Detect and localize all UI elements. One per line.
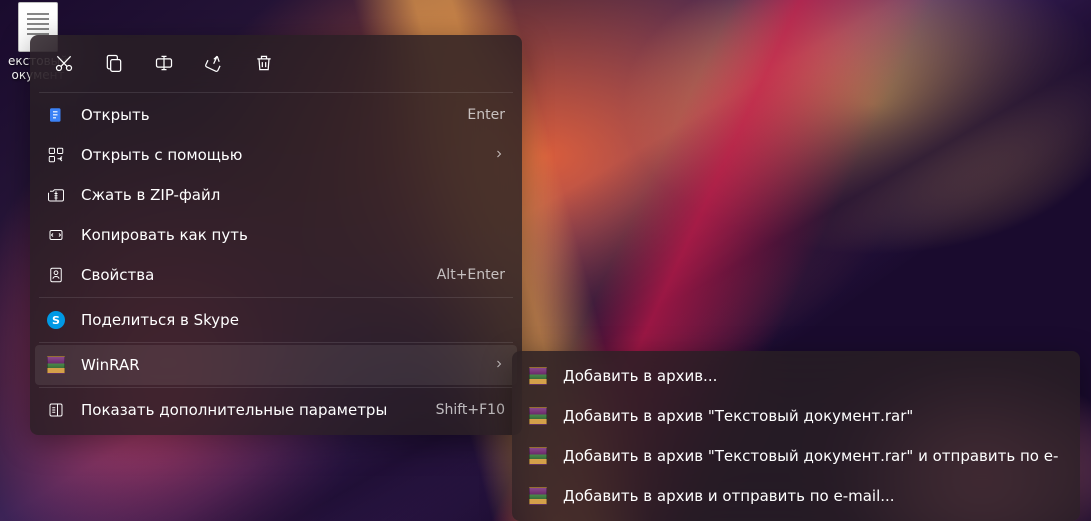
menu-shortcut: Shift+F10 (436, 402, 505, 418)
submenu-add-email-named[interactable]: Добавить в архив "Текстовый документ.rar… (517, 436, 1075, 476)
zip-icon (47, 186, 65, 204)
submenu-label: Добавить в архив "Текстовый документ.rar… (563, 447, 1063, 465)
submenu-label: Добавить в архив и отправить по e-mail..… (563, 487, 1063, 505)
menu-label: Свойства (81, 266, 421, 284)
submenu-add-email[interactable]: Добавить в архив и отправить по e-mail..… (517, 476, 1075, 516)
menu-label: Открыть (81, 106, 451, 124)
winrar-submenu: Добавить в архив... Добавить в архив "Те… (512, 351, 1080, 521)
menu-label: Сжать в ZIP-файл (81, 186, 505, 204)
copy-icon (104, 53, 124, 77)
divider (39, 387, 513, 388)
menu-skype-share[interactable]: S Поделиться в Skype (35, 300, 517, 340)
divider (39, 92, 513, 93)
menu-open-with[interactable]: Открыть с помощью (35, 135, 517, 175)
menu-label: WinRAR (81, 356, 477, 374)
context-menu: Открыть Enter Открыть с помощью Сжать в … (30, 35, 522, 435)
menu-properties[interactable]: Свойства Alt+Enter (35, 255, 517, 295)
rename-button[interactable] (139, 46, 189, 84)
delete-button[interactable] (239, 46, 289, 84)
menu-shortcut: Enter (467, 107, 505, 123)
menu-label: Копировать как путь (81, 226, 505, 244)
menu-label: Открыть с помощью (81, 146, 477, 164)
winrar-icon (529, 367, 547, 385)
menu-label: Поделиться в Skype (81, 311, 505, 329)
menu-label: Показать дополнительные параметры (81, 401, 420, 419)
open-with-icon (47, 146, 65, 164)
menu-compress-zip[interactable]: Сжать в ZIP-файл (35, 175, 517, 215)
chevron-right-icon (493, 146, 505, 164)
winrar-icon (47, 356, 65, 374)
copy-path-icon (47, 226, 65, 244)
cut-icon (54, 53, 74, 77)
delete-icon (254, 53, 274, 77)
winrar-icon (529, 407, 547, 425)
properties-icon (47, 266, 65, 284)
submenu-label: Добавить в архив "Текстовый документ.rar… (563, 407, 1063, 425)
menu-shortcut: Alt+Enter (437, 267, 505, 283)
submenu-label: Добавить в архив... (563, 367, 1063, 385)
rename-icon (154, 53, 174, 77)
submenu-add-named[interactable]: Добавить в архив "Текстовый документ.rar… (517, 396, 1075, 436)
chevron-right-icon (493, 356, 505, 374)
winrar-icon (529, 447, 547, 465)
menu-copy-path[interactable]: Копировать как путь (35, 215, 517, 255)
copy-button[interactable] (89, 46, 139, 84)
context-menu-toolbar (35, 40, 517, 90)
menu-winrar[interactable]: WinRAR (35, 345, 517, 385)
winrar-icon (529, 487, 547, 505)
more-options-icon (47, 401, 65, 419)
share-button[interactable] (189, 46, 239, 84)
divider (39, 342, 513, 343)
divider (39, 297, 513, 298)
share-icon (204, 53, 224, 77)
menu-open[interactable]: Открыть Enter (35, 95, 517, 135)
menu-more-options[interactable]: Показать дополнительные параметры Shift+… (35, 390, 517, 430)
cut-button[interactable] (39, 46, 89, 84)
open-icon (47, 106, 65, 124)
submenu-add-archive[interactable]: Добавить в архив... (517, 356, 1075, 396)
skype-icon: S (47, 311, 65, 329)
